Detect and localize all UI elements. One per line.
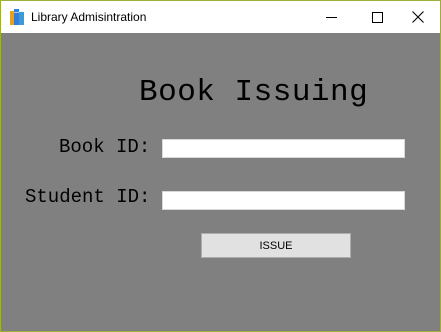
maximize-icon: [371, 11, 383, 23]
minimize-button[interactable]: [308, 1, 354, 33]
book-id-label: Book ID:: [59, 136, 151, 158]
page-heading: Book Issuing: [139, 75, 369, 110]
close-icon: [412, 11, 424, 23]
student-id-input[interactable]: [162, 191, 405, 210]
app-window: Library Admisintration Book Issuing Book…: [0, 0, 441, 332]
student-id-label: Student ID:: [25, 186, 151, 208]
books-app-icon: [10, 9, 24, 25]
maximize-button[interactable]: [354, 1, 400, 33]
title-bar[interactable]: Library Admisintration: [1, 1, 440, 33]
window-title: Library Admisintration: [31, 10, 147, 24]
form-panel: Book Issuing Book ID: Student ID: ISSUE: [1, 33, 440, 331]
issue-button[interactable]: ISSUE: [201, 233, 351, 258]
minimize-icon: [325, 16, 337, 18]
book-id-input[interactable]: [162, 139, 405, 158]
close-button[interactable]: [395, 1, 440, 33]
